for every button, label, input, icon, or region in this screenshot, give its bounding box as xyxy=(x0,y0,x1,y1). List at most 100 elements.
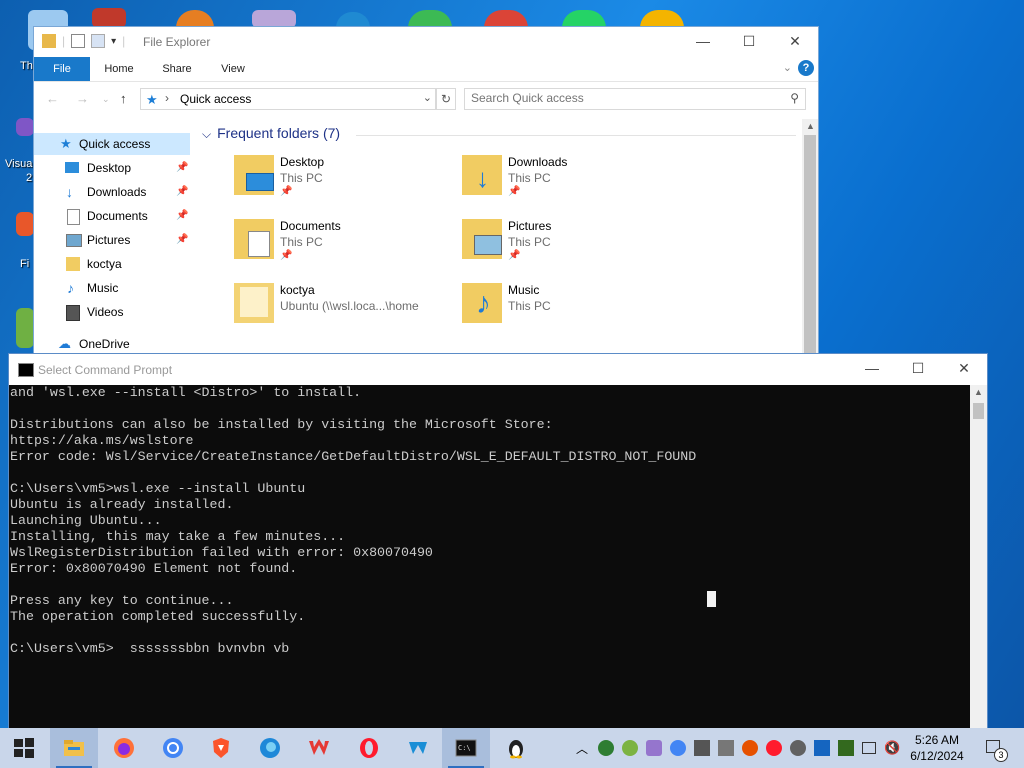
scrollbar-thumb[interactable] xyxy=(804,135,816,357)
back-arrow-icon[interactable]: ← xyxy=(46,91,59,106)
app-desktop-icon[interactable] xyxy=(252,10,296,28)
refresh-button[interactable]: ↻ xyxy=(436,88,456,110)
address-bar[interactable]: ★ › Quick access ⌄ xyxy=(140,88,436,110)
tab-share[interactable]: Share xyxy=(156,57,198,81)
show-hidden-icons-chevron-icon[interactable]: ︿ xyxy=(576,740,592,756)
malwarebytes-tray-icon[interactable] xyxy=(814,740,830,756)
properties-icon[interactable] xyxy=(71,34,86,48)
volume-muted-icon[interactable]: 🔇 xyxy=(884,740,900,756)
folder-location: This PC xyxy=(280,171,323,185)
forward-arrow-icon[interactable]: → xyxy=(76,91,89,106)
chrome-tray-icon[interactable] xyxy=(670,740,686,756)
console-line: Distributions can also be installed by v… xyxy=(10,417,553,432)
scroll-up-icon[interactable]: ▲ xyxy=(806,121,815,131)
app-tray-icon[interactable] xyxy=(838,740,854,756)
breadcrumb[interactable]: Quick access xyxy=(180,92,251,106)
window-title: File Explorer xyxy=(143,35,211,49)
new-folder-icon[interactable] xyxy=(91,34,106,48)
folder-tile-koctya[interactable]: koctya Ubuntu (\\wsl.loca...\home xyxy=(234,283,454,339)
visual-studio-icon[interactable] xyxy=(16,118,34,136)
app-desktop-icon[interactable] xyxy=(16,308,34,348)
sidebar-item-koctya[interactable]: koctya xyxy=(34,253,190,275)
sidebar-item-label: Documents xyxy=(87,209,148,223)
recent-locations-icon[interactable]: ⌄ xyxy=(102,94,110,105)
taskbar-firefox[interactable] xyxy=(100,728,148,768)
tab-home[interactable]: Home xyxy=(98,57,140,81)
folder-tile-downloads[interactable]: ↓ Downloads This PC 📌 xyxy=(462,155,682,211)
file-explorer-titlebar[interactable]: | ▾ | File Explorer — ☐ ✕ xyxy=(34,27,818,57)
vertical-scrollbar[interactable]: ▲ xyxy=(970,385,987,728)
folder-tile-music[interactable]: ♪ Music This PC xyxy=(462,283,682,339)
sidebar-item-documents[interactable]: Documents 📌 xyxy=(34,205,190,227)
app-tray-icon[interactable] xyxy=(718,740,734,756)
shield-tray-icon[interactable] xyxy=(598,740,614,756)
group-header[interactable]: ⌵ Frequent folders (7) xyxy=(202,125,340,142)
sidebar-item-music[interactable]: ♪ Music xyxy=(34,277,190,299)
taskbar-file-explorer[interactable] xyxy=(50,728,98,768)
folder-tile-documents[interactable]: Documents This PC 📌 xyxy=(234,219,454,275)
sidebar-item-onedrive[interactable]: ☁ OneDrive xyxy=(34,333,190,355)
recorder-tray-icon[interactable] xyxy=(742,740,758,756)
sidebar-item-quick-access[interactable]: ★ Quick access xyxy=(34,133,190,155)
maximize-button[interactable]: ☐ xyxy=(726,27,772,57)
taskbar-edge[interactable] xyxy=(246,728,294,768)
chevron-down-icon[interactable]: ▾ xyxy=(111,36,116,47)
search-icon[interactable]: ⚲ xyxy=(790,91,799,105)
address-bar-row: ← → ⌄ ↑ ★ › Quick access ⌄ ↻ ⚲ xyxy=(34,81,818,116)
cmd-titlebar[interactable]: Select Command Prompt — ☐ ✕ xyxy=(9,354,987,385)
taskbar-opera[interactable] xyxy=(345,728,393,768)
clock-time: 5:26 AM xyxy=(914,733,960,747)
svg-text:C:\: C:\ xyxy=(458,744,471,752)
app-desktop-icon[interactable] xyxy=(92,8,126,28)
search-box[interactable]: ⚲ xyxy=(464,88,806,110)
folder-name: Downloads xyxy=(508,155,568,169)
console-prompt-line[interactable]: C:\Users\vm5> sssssssbbn bvnvbn vb xyxy=(10,641,970,657)
taskbar-command-prompt[interactable]: C:\ xyxy=(442,728,490,768)
folder-tile-pictures[interactable]: Pictures This PC 📌 xyxy=(462,219,682,275)
opera-tray-icon[interactable] xyxy=(766,740,782,756)
tab-file[interactable]: File xyxy=(34,57,90,81)
search-input[interactable] xyxy=(471,91,771,105)
sidebar-item-pictures[interactable]: Pictures 📌 xyxy=(34,229,190,251)
vertical-scrollbar[interactable]: ▲ xyxy=(802,119,818,357)
desktop-icon xyxy=(65,162,79,173)
start-button[interactable] xyxy=(0,728,48,768)
breadcrumb-chevron-icon[interactable]: › xyxy=(165,91,169,105)
taskbar-brave[interactable] xyxy=(197,728,245,768)
desktop-icon-label: Th xyxy=(20,60,33,72)
up-arrow-icon[interactable]: ↑ xyxy=(120,91,127,106)
scrollbar-thumb[interactable] xyxy=(973,403,984,419)
close-button[interactable]: ✕ xyxy=(772,27,818,57)
tab-view[interactable]: View xyxy=(212,57,254,81)
sidebar-item-label: Desktop xyxy=(87,161,132,175)
minimize-button[interactable]: — xyxy=(680,27,726,57)
sidebar-item-videos[interactable]: Videos xyxy=(34,301,190,323)
app-tray-icon[interactable] xyxy=(622,740,638,756)
close-button[interactable]: ✕ xyxy=(941,354,987,384)
taskbar-chrome[interactable] xyxy=(149,728,197,768)
sidebar-item-downloads[interactable]: ↓ Downloads 📌 xyxy=(34,181,190,203)
help-button[interactable]: ? xyxy=(798,60,814,76)
folder-icon xyxy=(66,257,80,271)
minimize-button[interactable]: — xyxy=(849,354,895,384)
console-line: Installing, this may take a few minutes.… xyxy=(10,529,346,544)
maximize-button[interactable]: ☐ xyxy=(895,354,941,384)
system-clock[interactable]: 5:26 AM 6/12/2024 xyxy=(902,732,972,764)
dropbox-tray-icon[interactable] xyxy=(694,740,710,756)
taskbar-winget[interactable] xyxy=(394,728,442,768)
network-icon[interactable] xyxy=(862,742,876,754)
cmd-icon: C:\ xyxy=(455,739,477,757)
address-dropdown-icon[interactable]: ⌄ xyxy=(423,91,432,104)
taskbar-wps[interactable] xyxy=(295,728,343,768)
scroll-up-icon[interactable]: ▲ xyxy=(974,387,983,397)
expand-ribbon-icon[interactable]: ⌄ xyxy=(783,61,792,74)
sidebar-item-desktop[interactable]: Desktop 📌 xyxy=(34,157,190,179)
firefox-desktop-icon[interactable] xyxy=(16,212,34,236)
folder-tile-desktop[interactable]: Desktop This PC 📌 xyxy=(234,155,454,211)
console-output[interactable]: and 'wsl.exe --install <Distro>' to inst… xyxy=(10,385,970,728)
app-tray-icon[interactable] xyxy=(790,740,806,756)
console-line: https://aka.ms/wslstore xyxy=(10,433,194,448)
taskbar-linux[interactable] xyxy=(492,728,540,768)
feather-tray-icon[interactable] xyxy=(646,740,662,756)
